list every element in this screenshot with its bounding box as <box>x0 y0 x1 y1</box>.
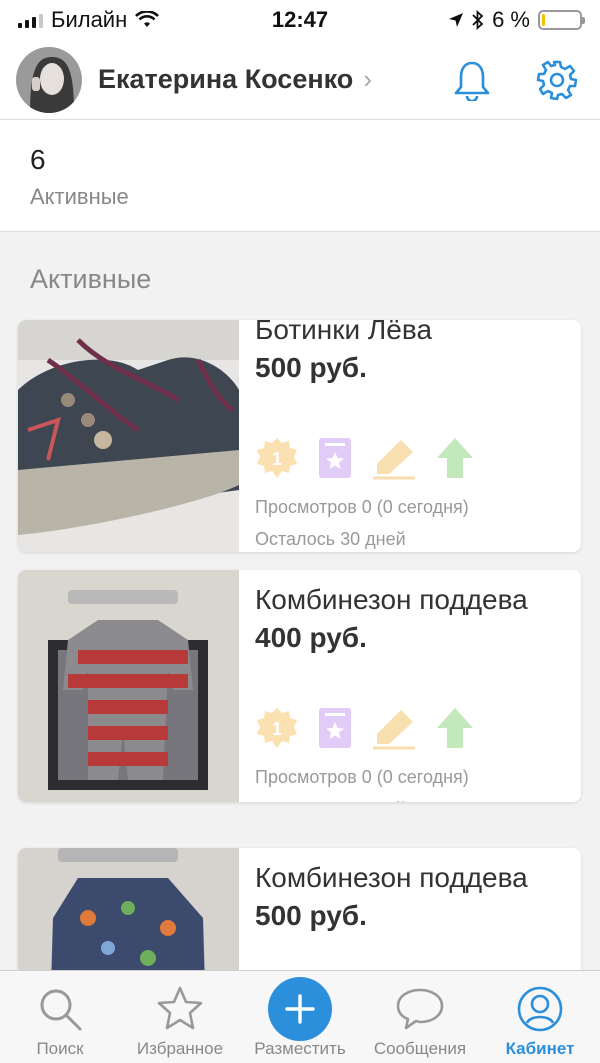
chevron-right-icon[interactable]: › <box>363 64 372 95</box>
plus-icon <box>285 994 315 1024</box>
listing-photo-shoes[interactable] <box>18 320 239 552</box>
active-count-label: Активные <box>30 184 129 209</box>
battery-icon <box>538 10 585 30</box>
tab-search[interactable]: Поиск <box>0 971 120 1063</box>
listing-price: 500 руб. <box>255 900 367 931</box>
listing-price: 500 руб. <box>255 352 367 383</box>
tab-label: Поиск <box>36 1039 84 1058</box>
listing-title[interactable]: Комбинезон поддева <box>255 862 581 894</box>
listing-remaining: Осталось 30 дней <box>255 794 581 803</box>
listing-price: 400 руб. <box>255 622 367 653</box>
highlight-badge-icon[interactable] <box>371 706 417 750</box>
vip-badge-icon[interactable] <box>317 436 353 480</box>
active-listings-counter[interactable]: 6 Активные <box>0 120 600 232</box>
bluetooth-icon <box>472 10 484 30</box>
listing-card[interactable]: Комбинезон поддева 400 руб. 1 Просмотров… <box>18 570 581 802</box>
active-count: 6 <box>30 144 46 175</box>
wifi-icon <box>135 11 160 27</box>
up-arrow-badge-icon[interactable] <box>435 436 475 480</box>
top-badge-icon[interactable]: 1 <box>255 706 299 750</box>
listing-remaining: Осталось 30 дней <box>255 528 406 549</box>
listing-views: Просмотров 0 (0 сегодня) <box>255 497 469 517</box>
vip-badge-icon[interactable] <box>317 706 353 750</box>
listing-title[interactable]: Ботинки Лёва <box>255 320 581 346</box>
bell-icon[interactable] <box>452 59 492 101</box>
listing-photo-romper[interactable] <box>18 570 239 802</box>
user-icon <box>517 986 563 1032</box>
tab-cabinet[interactable]: Кабинет <box>480 971 600 1063</box>
top-badge-icon[interactable]: 1 <box>255 436 299 480</box>
status-bar: Билайн 12:47 6 % <box>0 0 600 40</box>
tab-favorites[interactable]: Избранное <box>120 971 240 1063</box>
tab-label: Избранное <box>136 1039 224 1058</box>
profile-header[interactable]: Екатерина Косенко › <box>0 40 600 120</box>
profile-name[interactable]: Екатерина Косенко <box>98 64 353 95</box>
location-arrow-icon <box>449 13 464 27</box>
search-icon <box>40 989 82 1031</box>
bottom-tab-bar: Поиск Избранное Разместить Сообщения Каб… <box>0 970 600 1063</box>
listing-views: Просмотров 0 (0 сегодня) <box>255 767 469 787</box>
tab-label: Сообщения <box>373 1039 467 1058</box>
listing-card[interactable]: Ботинки Лёва 500 руб. 1 Просмотров 0 (0 … <box>18 320 581 552</box>
signal-strength-icon <box>18 12 43 28</box>
tab-label: Кабинет <box>505 1039 575 1058</box>
tab-label: Разместить <box>254 1039 346 1058</box>
listing-title[interactable]: Комбинезон поддева <box>255 584 581 616</box>
avatar[interactable] <box>16 46 82 113</box>
tab-messages[interactable]: Сообщения <box>360 971 480 1063</box>
top-badge-number: 1 <box>272 449 282 469</box>
battery-fill <box>542 14 545 26</box>
gear-icon[interactable] <box>536 59 578 101</box>
top-badge-number: 1 <box>272 719 282 739</box>
section-title: Активные <box>30 264 152 294</box>
highlight-badge-icon[interactable] <box>371 436 417 480</box>
up-arrow-badge-icon[interactable] <box>435 706 475 750</box>
plus-button[interactable] <box>268 977 332 1041</box>
star-icon <box>157 986 203 1030</box>
battery-percent: 6 % <box>492 7 530 32</box>
carrier-name: Билайн <box>51 7 128 32</box>
chat-bubble-icon <box>396 988 444 1030</box>
tab-post[interactable]: Разместить <box>240 971 360 1063</box>
clock: 12:47 <box>271 7 329 32</box>
